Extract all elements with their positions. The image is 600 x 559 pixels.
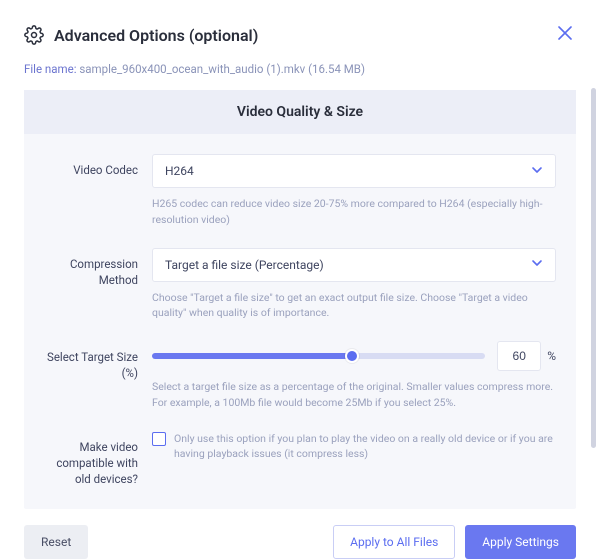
header-left: Advanced Options (optional): [24, 25, 258, 45]
scrollbar[interactable]: [591, 88, 596, 448]
old-devices-checkbox[interactable]: [152, 432, 166, 446]
body-target-size: % Select a target file size as a percent…: [152, 341, 556, 411]
hint-old-devices: Only use this option if you plan to play…: [174, 431, 556, 463]
file-size-value: (16.54 MB): [308, 62, 365, 76]
modal-title: Advanced Options (optional): [54, 26, 258, 45]
panel-title: Video Quality & Size: [24, 90, 576, 134]
advanced-options-modal: Advanced Options (optional) File name: s…: [0, 0, 600, 542]
percent-sign: %: [547, 349, 556, 363]
hint-compression-method: Choose "Target a file size" to get an ex…: [152, 290, 556, 322]
video-quality-panel: Video Quality & Size Video Codec H264 H2…: [24, 90, 576, 509]
modal-header: Advanced Options (optional): [24, 22, 576, 48]
body-old-devices: Only use this option if you plan to play…: [152, 431, 556, 487]
row-compression-method: Compression Method Target a file size (P…: [24, 248, 576, 322]
gear-icon: [24, 25, 44, 45]
label-video-codec: Video Codec: [44, 154, 152, 228]
slider-row: %: [152, 341, 556, 371]
check-row: Only use this option if you plan to play…: [152, 431, 556, 463]
select-video-codec[interactable]: H264: [152, 154, 556, 188]
label-old-devices: Make video compatible with old devices?: [44, 431, 152, 487]
file-name-label: File name:: [24, 62, 76, 76]
select-compression-method-value: Target a file size (Percentage): [165, 258, 324, 272]
body-video-codec: H264 H265 codec can reduce video size 20…: [152, 154, 556, 228]
row-target-size: Select Target Size (%) % Select a target…: [24, 341, 576, 411]
file-name-line: File name: sample_960x400_ocean_with_aud…: [24, 62, 576, 76]
modal-footer: Reset Apply to All Files Apply Settings: [24, 509, 576, 559]
body-compression-method: Target a file size (Percentage) Choose "…: [152, 248, 556, 322]
close-button[interactable]: [554, 22, 576, 48]
close-icon: [558, 26, 572, 40]
target-size-input[interactable]: [497, 341, 541, 371]
hint-target-size: Select a target file size as a percentag…: [152, 379, 556, 411]
file-name-value: sample_960x400_ocean_with_audio (1).mkv: [79, 62, 305, 76]
row-old-devices: Make video compatible with old devices? …: [24, 431, 576, 487]
slider-thumb[interactable]: [345, 349, 359, 363]
select-compression-method[interactable]: Target a file size (Percentage): [152, 248, 556, 282]
label-compression-method: Compression Method: [44, 248, 152, 322]
hint-video-codec: H265 codec can reduce video size 20-75% …: [152, 196, 556, 228]
chevron-down-icon: [531, 164, 543, 179]
percent-box: %: [497, 341, 556, 371]
target-size-slider[interactable]: [152, 353, 485, 359]
chevron-down-icon: [531, 257, 543, 272]
select-video-codec-value: H264: [165, 164, 194, 178]
label-target-size: Select Target Size (%): [44, 341, 152, 411]
row-video-codec: Video Codec H264 H265 codec can reduce v…: [24, 154, 576, 228]
